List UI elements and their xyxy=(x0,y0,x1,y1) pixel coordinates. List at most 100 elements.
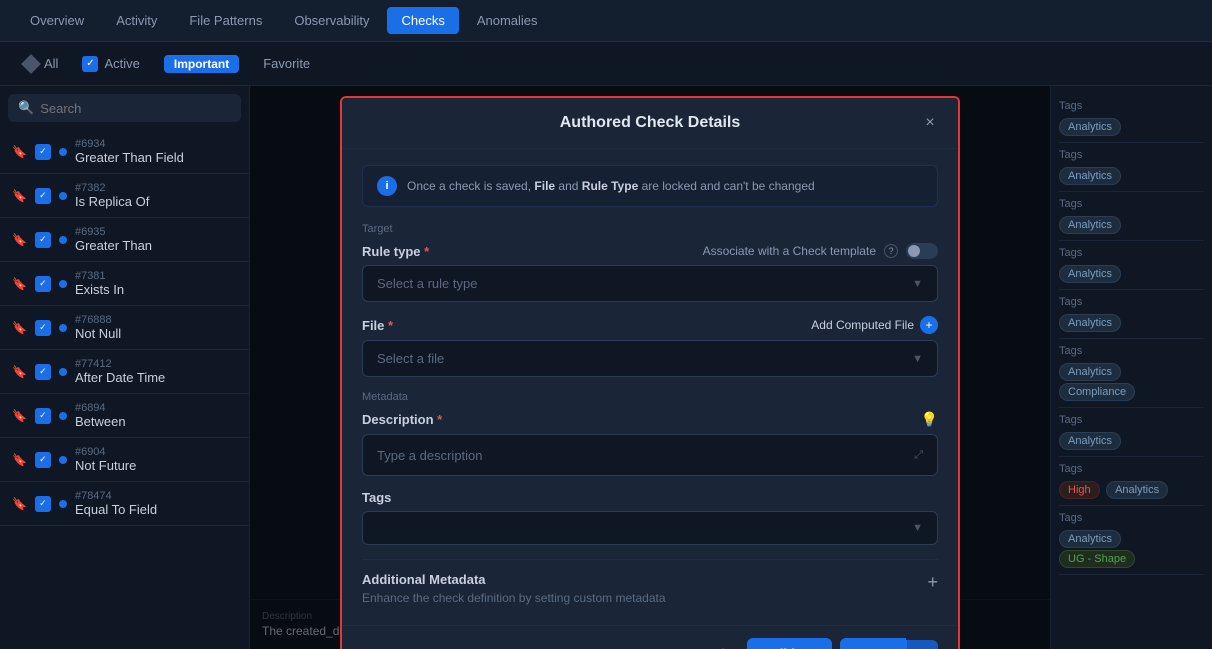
tag-analytics: Analytics xyxy=(1059,167,1121,185)
tags-input[interactable]: ▼ xyxy=(362,511,938,545)
checkbox[interactable]: ✓ xyxy=(35,452,51,468)
checkbox[interactable]: ✓ xyxy=(35,408,51,424)
nav-overview[interactable]: Overview xyxy=(16,7,98,34)
important-badge: Important xyxy=(164,55,239,73)
bookmark-icon: 🔖 xyxy=(12,145,27,159)
bookmark-icon: 🔖 xyxy=(12,409,27,423)
right-tag-row: Tags Analytics xyxy=(1059,290,1204,339)
list-item[interactable]: 🔖 ✓ #6934 Greater Than Field xyxy=(0,130,249,174)
validate-button[interactable]: Validate xyxy=(747,638,832,649)
item-info: #7381 Exists In xyxy=(75,270,237,297)
list-item[interactable]: 🔖 ✓ #6904 Not Future xyxy=(0,438,249,482)
list-item[interactable]: 🔖 ✓ #77412 After Date Time xyxy=(0,350,249,394)
rule-type-placeholder: Select a rule type xyxy=(377,276,477,291)
bookmark-icon: 🔖 xyxy=(12,277,27,291)
description-row: Description * 💡 xyxy=(362,411,938,428)
item-name: Is Replica Of xyxy=(75,194,237,209)
item-name: After Date Time xyxy=(75,370,237,385)
tag-analytics: Analytics xyxy=(1059,118,1121,136)
modal-body: i Once a check is saved, File and Rule T… xyxy=(342,149,958,625)
rule-type-select[interactable]: Select a rule type ▼ xyxy=(362,265,938,302)
checkbox[interactable]: ✓ xyxy=(35,144,51,160)
item-info: #6894 Between xyxy=(75,402,237,429)
filter-favorite[interactable]: Favorite xyxy=(255,52,318,75)
description-label: Description * xyxy=(362,412,442,427)
add-computed-label: Add Computed File xyxy=(811,318,914,332)
checkbox[interactable]: ✓ xyxy=(35,188,51,204)
tag-analytics: Analytics xyxy=(1059,314,1121,332)
file-row: File * Add Computed File + xyxy=(362,316,938,334)
list-item[interactable]: 🔖 ✓ #7382 Is Replica Of xyxy=(0,174,249,218)
list-item[interactable]: 🔖 ✓ #76888 Not Null xyxy=(0,306,249,350)
check-icon: ✓ xyxy=(82,56,98,72)
item-name: Greater Than xyxy=(75,238,237,253)
nav-checks[interactable]: Checks xyxy=(387,7,458,34)
status-dot xyxy=(59,192,67,200)
right-tag-row: Tags Analytics xyxy=(1059,143,1204,192)
list-items: 🔖 ✓ #6934 Greater Than Field 🔖 ✓ #7382 I… xyxy=(0,130,249,649)
search-input[interactable] xyxy=(40,101,231,116)
checkbox[interactable]: ✓ xyxy=(35,320,51,336)
top-navigation: Overview Activity File Patterns Observab… xyxy=(0,0,1212,42)
right-tag-row: Tags Analytics UG - Shape xyxy=(1059,506,1204,575)
bookmark-icon: 🔖 xyxy=(12,497,27,511)
info-icon: i xyxy=(377,176,397,196)
item-name: Exists In xyxy=(75,282,237,297)
file-select[interactable]: Select a file ▼ xyxy=(362,340,938,377)
description-input[interactable]: Type a description ⤢ xyxy=(362,434,938,476)
tag-analytics: Analytics xyxy=(1059,530,1121,548)
status-dot xyxy=(59,500,67,508)
search-icon: 🔍 xyxy=(18,100,34,116)
rule-type-row: Rule type * Associate with a Check templ… xyxy=(362,243,938,259)
nav-observability[interactable]: Observability xyxy=(280,7,383,34)
file-placeholder: Select a file xyxy=(377,351,444,366)
associate-toggle[interactable] xyxy=(906,243,938,259)
filter-important[interactable]: Important xyxy=(156,51,247,77)
filter-active[interactable]: ✓ Active xyxy=(74,52,147,76)
chevron-down-icon: ▼ xyxy=(912,522,923,534)
list-item[interactable]: 🔖 ✓ #78474 Equal To Field xyxy=(0,482,249,526)
checkbox[interactable]: ✓ xyxy=(35,364,51,380)
bookmark-icon: 🔖 xyxy=(12,453,27,467)
item-info: #7382 Is Replica Of xyxy=(75,182,237,209)
modal-title: Authored Check Details xyxy=(560,114,740,132)
list-item[interactable]: 🔖 ✓ #6935 Greater Than xyxy=(0,218,249,262)
close-button[interactable]: × xyxy=(918,111,942,135)
plus-icon[interactable]: + xyxy=(927,572,938,593)
save-button[interactable]: Save xyxy=(840,638,906,649)
item-id: #6904 xyxy=(75,446,237,458)
nav-activity[interactable]: Activity xyxy=(102,7,171,34)
chevron-down-icon: ▼ xyxy=(912,278,923,290)
right-tag-row: Tags High Analytics xyxy=(1059,457,1204,506)
right-tag-row: Tags Analytics xyxy=(1059,192,1204,241)
search-bar[interactable]: 🔍 xyxy=(8,94,241,122)
list-item[interactable]: 🔖 ✓ #7381 Exists In xyxy=(0,262,249,306)
tag-analytics: Analytics xyxy=(1059,363,1121,381)
nav-anomalies[interactable]: Anomalies xyxy=(463,7,552,34)
help-icon[interactable]: ? xyxy=(884,244,898,258)
status-dot xyxy=(59,456,67,464)
bookmark-icon: 🔖 xyxy=(12,233,27,247)
description-placeholder: Type a description xyxy=(377,448,483,463)
cancel-button[interactable]: Cancel xyxy=(670,638,738,649)
filter-all[interactable]: All xyxy=(16,52,66,75)
right-tag-row: Tags Analytics Compliance xyxy=(1059,339,1204,408)
tag-analytics: Analytics xyxy=(1059,265,1121,283)
file-label: File * xyxy=(362,318,393,333)
nav-file-patterns[interactable]: File Patterns xyxy=(175,7,276,34)
add-computed-icon[interactable]: + xyxy=(920,316,938,334)
filter-favorite-label: Favorite xyxy=(263,56,310,71)
modal-wrapper: Authored Check Details × i Once a check … xyxy=(340,96,960,649)
item-info: #6934 Greater Than Field xyxy=(75,138,237,165)
center-content: Description The created_date must be equ… xyxy=(250,86,1050,649)
checkbox[interactable]: ✓ xyxy=(35,276,51,292)
info-text: Once a check is saved, File and Rule Typ… xyxy=(407,179,815,193)
list-item[interactable]: 🔖 ✓ #6894 Between xyxy=(0,394,249,438)
save-dropdown-button[interactable]: ▼ xyxy=(906,640,938,649)
checkbox[interactable]: ✓ xyxy=(35,232,51,248)
checkbox[interactable]: ✓ xyxy=(35,496,51,512)
item-id: #7381 xyxy=(75,270,237,282)
bulb-icon: 💡 xyxy=(921,411,938,428)
metadata-section-label: Metadata xyxy=(362,391,938,403)
associate-row: Associate with a Check template ? xyxy=(703,243,938,259)
